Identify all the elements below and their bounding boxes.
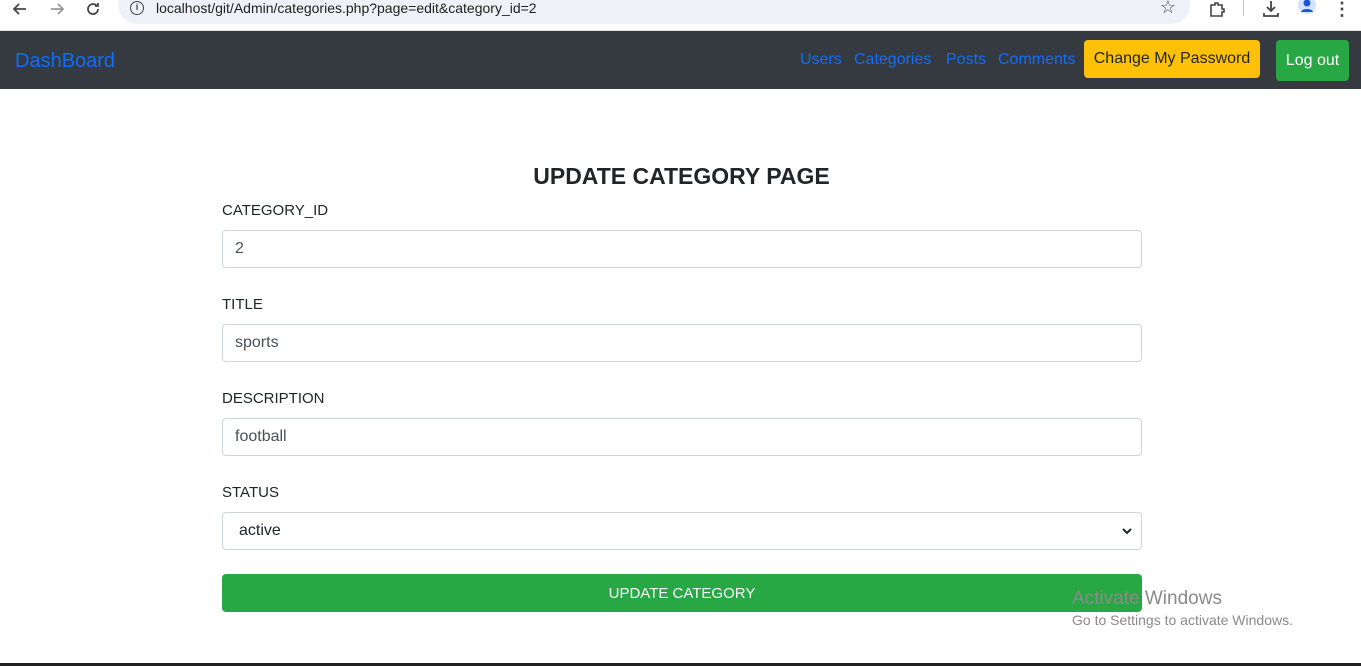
category-id-field[interactable]: 2 <box>222 230 1142 268</box>
activate-windows-heading: Activate Windows <box>1072 588 1222 609</box>
browser-toolbar: i localhost/git/Admin/categories.php?pag… <box>0 0 1361 31</box>
brand-link[interactable]: DashBoard <box>15 50 115 73</box>
menu-dots-icon[interactable]: ⋮ <box>1333 0 1351 19</box>
nav-link-categories[interactable]: Categories <box>854 51 931 69</box>
url-text: localhost/git/Admin/categories.php?page=… <box>156 0 537 16</box>
reload-icon[interactable] <box>82 0 104 18</box>
description-value: football <box>235 428 287 445</box>
top-navbar: DashBoard Users Categories Posts Comment… <box>0 31 1361 89</box>
forward-arrow-icon[interactable] <box>46 0 68 18</box>
bookmark-star-icon[interactable]: ☆ <box>1160 0 1176 18</box>
change-password-button[interactable]: Change My Password <box>1084 40 1260 78</box>
extensions-icon[interactable] <box>1207 0 1227 18</box>
title-label: TITLE <box>222 296 263 313</box>
title-value: sports <box>235 334 279 351</box>
status-select[interactable]: active <box>222 512 1142 550</box>
status-value: active <box>239 522 281 539</box>
page-title: UPDATE CATEGORY PAGE <box>533 163 830 189</box>
update-category-button[interactable]: UPDATE CATEGORY <box>222 574 1142 612</box>
chevron-down-icon <box>1122 528 1132 535</box>
title-field[interactable]: sports <box>222 324 1142 362</box>
profile-icon[interactable] <box>1296 0 1318 18</box>
address-bar[interactable]: i localhost/git/Admin/categories.php?pag… <box>118 0 1190 24</box>
toolbar-divider <box>1243 0 1244 16</box>
activate-windows-subtext: Go to Settings to activate Windows. <box>1072 612 1293 628</box>
logout-button[interactable]: Log out <box>1276 40 1349 81</box>
nav-link-users[interactable]: Users <box>800 51 842 69</box>
description-field[interactable]: football <box>222 418 1142 456</box>
site-info-icon[interactable]: i <box>130 1 144 15</box>
nav-link-comments[interactable]: Comments <box>998 51 1075 69</box>
download-icon[interactable] <box>1261 0 1281 18</box>
status-label: STATUS <box>222 484 279 501</box>
category-id-value: 2 <box>235 240 244 257</box>
back-arrow-icon[interactable] <box>9 0 31 18</box>
nav-link-posts[interactable]: Posts <box>946 51 986 69</box>
description-label: DESCRIPTION <box>222 390 325 407</box>
category-id-label: CATEGORY_ID <box>222 202 329 219</box>
